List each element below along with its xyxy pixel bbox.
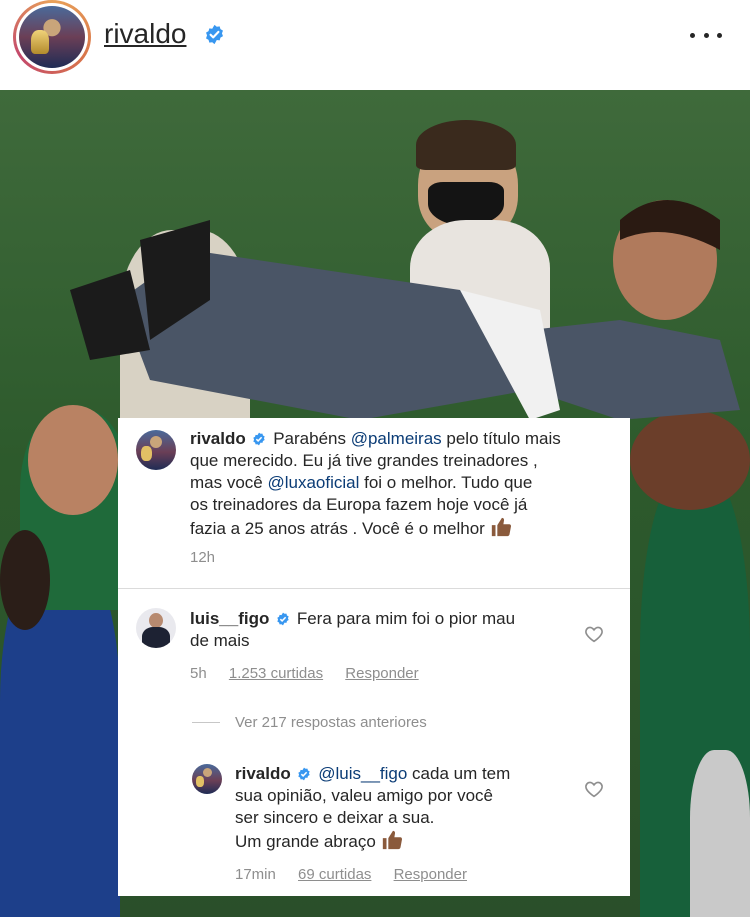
- rivaldo-reply-text: rivaldo @luis__figo cada um tem sua opin…: [235, 764, 511, 851]
- reply-button[interactable]: Responder: [345, 665, 418, 682]
- comments-card: rivaldo Parabéns @palmeiras pelo título …: [118, 418, 630, 896]
- thumbs-up-icon: [382, 830, 402, 850]
- thumbs-up-icon: [491, 517, 511, 537]
- verified-badge-icon: [298, 767, 311, 781]
- figo-comment-text: luis__figo Fera para mim foi o pior mau …: [190, 609, 516, 650]
- avatar[interactable]: [19, 6, 85, 68]
- verified-badge-icon: [206, 24, 223, 45]
- mention-luxaoficial[interactable]: @luxaoficial: [267, 473, 359, 492]
- comment-author[interactable]: luis__figo: [190, 609, 269, 628]
- rivaldo-comment-avatar[interactable]: [136, 430, 176, 470]
- likes-link[interactable]: 69 curtidas: [298, 866, 371, 883]
- view-previous-replies[interactable]: Ver 217 respostas anteriores: [235, 714, 427, 731]
- verified-badge-icon: [277, 612, 289, 626]
- mention-luis-figo[interactable]: @luis__figo: [318, 764, 407, 783]
- rivaldo-reply-meta: 17min 69 curtidas Responder: [235, 866, 467, 883]
- rivaldo-comment-text: rivaldo Parabéns @palmeiras pelo título …: [190, 429, 561, 538]
- likes-link[interactable]: 1.253 curtidas: [229, 665, 323, 682]
- rivaldo-comment-time: 12h: [190, 549, 216, 566]
- comment-author[interactable]: rivaldo: [235, 764, 291, 783]
- comment-author[interactable]: rivaldo: [190, 429, 246, 448]
- replies-dash: [192, 722, 220, 723]
- figo-comment-meta: 5h 1.253 curtidas Responder: [190, 665, 419, 682]
- username-link[interactable]: rivaldo: [104, 18, 186, 50]
- heart-icon[interactable]: [584, 780, 604, 798]
- reply-button[interactable]: Responder: [394, 866, 467, 883]
- more-options-icon[interactable]: [690, 27, 722, 43]
- lifted-coach: [70, 200, 740, 420]
- post-header: rivaldo: [0, 0, 750, 90]
- verified-badge-icon: [253, 432, 266, 446]
- figo-comment-avatar[interactable]: [136, 608, 176, 648]
- mention-palmeiras[interactable]: @palmeiras: [351, 429, 442, 448]
- rivaldo-reply-avatar[interactable]: [192, 764, 222, 794]
- comment-divider: [118, 588, 630, 589]
- heart-icon[interactable]: [584, 625, 604, 643]
- story-ring[interactable]: [13, 0, 91, 74]
